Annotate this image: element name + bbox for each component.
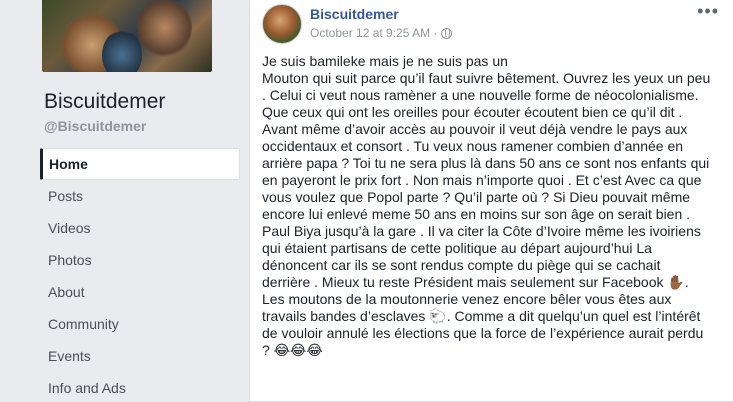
nav-item-photos[interactable]: Photos bbox=[40, 244, 240, 276]
globe-icon[interactable] bbox=[441, 27, 453, 39]
page-nav: Home Posts Videos Photos About Community… bbox=[40, 148, 240, 402]
nav-item-info-and-ads[interactable]: Info and Ads bbox=[40, 372, 240, 402]
post-line: vous voulez que Popol parte ? Qu’il part… bbox=[262, 189, 691, 205]
nav-item-community[interactable]: Community bbox=[40, 308, 240, 340]
post-line: Mouton qui suit parce qu’il faut suivre … bbox=[262, 70, 711, 86]
post-line: en payeront le prix fort . Non mais n’im… bbox=[262, 172, 702, 188]
post-line: qui étaient partisans de cette politique… bbox=[262, 240, 652, 256]
post-timestamp[interactable]: October 12 at 9:25 AM · bbox=[310, 26, 437, 40]
left-column: Biscuitdemer @Biscuitdemer Home Posts Vi… bbox=[0, 0, 240, 402]
nav-item-events[interactable]: Events bbox=[40, 340, 240, 372]
post-line: dénoncent car ils se sont rendus compte … bbox=[262, 257, 661, 273]
nav-item-about[interactable]: About bbox=[40, 276, 240, 308]
nav-item-videos[interactable]: Videos bbox=[40, 212, 240, 244]
post-line: Paul Biya jusqu’à la gare . Il va citer … bbox=[262, 223, 701, 239]
post-card: Biscuitdemer October 12 at 9:25 AM · •••… bbox=[249, 0, 733, 402]
post-line: derrière . Mieux tu reste Président mais… bbox=[262, 274, 689, 290]
post-meta: October 12 at 9:25 AM · bbox=[310, 26, 453, 40]
post-line: . Celui ci veut nous ramèner a une nouve… bbox=[262, 87, 699, 103]
more-options-icon[interactable]: ••• bbox=[697, 2, 719, 20]
post-line: ? 😂😂😂 bbox=[262, 342, 323, 358]
profile-picture[interactable] bbox=[42, 0, 212, 72]
post-line: arrière papa ? Toi tu ne sera plus là da… bbox=[262, 155, 710, 171]
post-line: Les moutons de la moutonnerie venez enco… bbox=[262, 291, 672, 307]
post-line: travails bandes d’esclaves 🐑. Comme a di… bbox=[262, 308, 701, 324]
nav-item-home[interactable]: Home bbox=[40, 148, 240, 180]
post-line: Que ceux qui ont les oreilles pour écout… bbox=[262, 104, 683, 120]
page-handle[interactable]: @Biscuitdemer bbox=[44, 118, 146, 134]
page-name[interactable]: Biscuitdemer bbox=[44, 90, 165, 114]
nav-item-posts[interactable]: Posts bbox=[40, 180, 240, 212]
post-line: Je suis bamileke mais je ne suis pas un bbox=[262, 53, 508, 69]
post-line: Avant même d’avoir accès au pouvoir il v… bbox=[262, 121, 688, 137]
post-line: encore lui enlevé meme 50 ans en moins s… bbox=[262, 206, 691, 222]
post-line: de vouloir annulé les élections que la f… bbox=[262, 325, 704, 341]
post-author[interactable]: Biscuitdemer bbox=[310, 6, 399, 22]
post-line: occidentaux et consort . Tu veux nous ra… bbox=[262, 138, 684, 154]
author-avatar[interactable] bbox=[262, 4, 302, 44]
post-text: Je suis bamileke mais je ne suis pas un … bbox=[262, 53, 724, 359]
